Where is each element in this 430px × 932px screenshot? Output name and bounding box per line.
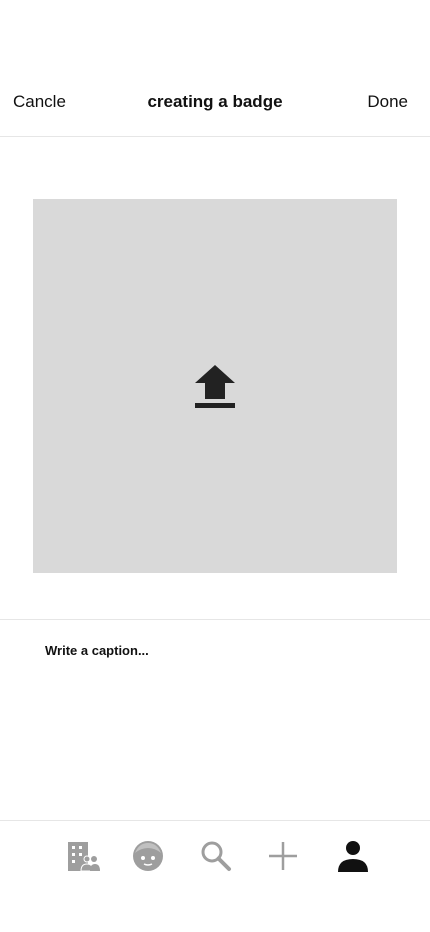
profile-icon bbox=[338, 841, 368, 872]
header-bar: Cancle creating a badge Done bbox=[0, 80, 430, 126]
done-button[interactable]: Done bbox=[367, 92, 408, 112]
caption-input[interactable] bbox=[45, 643, 405, 803]
search-icon bbox=[201, 841, 231, 871]
upload-icon bbox=[195, 365, 235, 408]
image-upload-area[interactable] bbox=[33, 199, 397, 573]
add-icon bbox=[269, 842, 297, 870]
bottom-tab-bar bbox=[0, 821, 430, 891]
tab-search[interactable] bbox=[197, 837, 235, 875]
tab-profile[interactable] bbox=[334, 837, 372, 875]
tab-organization[interactable] bbox=[64, 837, 102, 875]
tab-face[interactable] bbox=[129, 837, 167, 875]
organization-icon bbox=[68, 842, 100, 872]
cancel-button[interactable]: Cancle bbox=[13, 92, 66, 112]
header-divider bbox=[0, 136, 430, 137]
tab-add[interactable] bbox=[264, 837, 302, 875]
face-icon bbox=[133, 841, 163, 871]
caption-divider bbox=[0, 619, 430, 620]
